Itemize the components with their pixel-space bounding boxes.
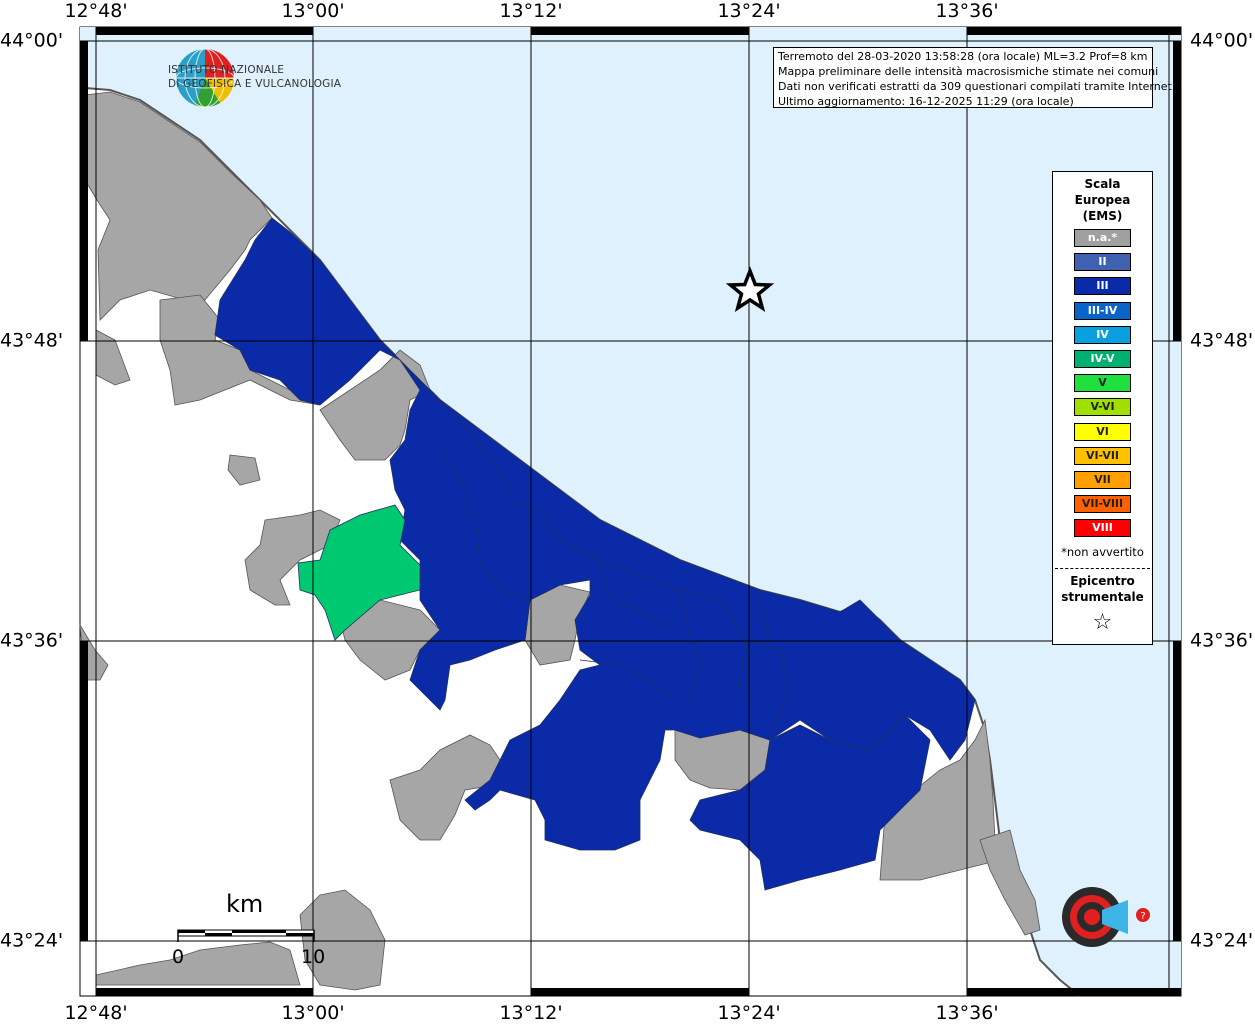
event-info-box: Terremoto del 28-03-2020 13:58:28 (ora l… — [773, 47, 1176, 108]
lat-label-right: 43°24' — [1190, 929, 1254, 952]
intensity-legend: Scala Europea (EMS) n.a.* II III III-IV IV IV… — [1052, 171, 1153, 645]
legend-item: V — [1074, 374, 1131, 393]
legend-item: VIII — [1074, 519, 1131, 538]
institute-line: DI GEOFISICA E VULCANOLOGIA — [168, 78, 342, 90]
svg-text:?: ? — [1140, 911, 1145, 922]
legend-divider — [1055, 568, 1150, 569]
legend-star-icon: ☆ — [1092, 610, 1113, 635]
event-info-line: Ultimo aggiornamento: 16-12-2025 11:29 (… — [778, 95, 1074, 108]
lat-label-left: 43°24' — [0, 929, 64, 952]
lon-label-top: 13°36' — [935, 0, 999, 22]
lat-label-right: 43°48' — [1190, 329, 1254, 352]
haisentito-logo-icon: ? — [1062, 887, 1150, 947]
lon-label-bottom: 13°24' — [717, 1002, 781, 1024]
lon-label-top: 13°24' — [717, 0, 781, 22]
lon-label-top: 12°48' — [64, 0, 128, 22]
lon-label-bottom: 12°48' — [64, 1002, 128, 1024]
legend-item: IV-V — [1074, 350, 1131, 368]
legend-item: VI-VII — [1074, 446, 1131, 465]
legend-item: III-IV — [1074, 301, 1131, 320]
event-info-line: Terremoto del 28-03-2020 13:58:28 (ora l… — [778, 50, 1148, 63]
legend-item: VII — [1074, 471, 1131, 489]
legend-item: V-VI — [1074, 398, 1131, 417]
scale-unit: km — [226, 890, 264, 918]
legend-item: VII-VIII — [1074, 495, 1131, 514]
lat-label-right: 44°00' — [1190, 29, 1254, 52]
map-frame — [79, 26, 1182, 997]
lat-label-left: 43°36' — [0, 629, 64, 652]
lon-label-bottom: 13°12' — [499, 1002, 563, 1024]
lon-label-bottom: 13°00' — [281, 1002, 345, 1024]
lon-label-bottom: 13°36' — [935, 1002, 999, 1024]
legend-item: III — [1074, 277, 1131, 296]
legend-note: *non avvertito — [1061, 545, 1144, 559]
event-info-line: Mappa preliminare delle intensità macros… — [778, 65, 1159, 78]
scale-start: 0 — [172, 946, 185, 968]
scale-end: 10 — [301, 946, 326, 968]
legend-item: VI — [1074, 422, 1131, 441]
legend-epicenter-label: Epicentro strumentale — [1061, 574, 1144, 604]
lat-label-left: 44°00' — [0, 29, 64, 52]
lon-label-top: 13°12' — [499, 0, 563, 22]
lon-label-top: 13°00' — [281, 0, 345, 22]
event-info-line: Dati non verificati estratti da 309 ques… — [778, 80, 1176, 93]
institute-line: ISTITUTO NAZIONALE — [168, 64, 285, 76]
legend-title: Scala Europea (EMS) — [1074, 177, 1131, 223]
legend-item: II — [1074, 253, 1131, 272]
lat-label-left: 43°48' — [0, 329, 64, 352]
lat-label-right: 43°36' — [1190, 629, 1254, 652]
legend-item: IV — [1074, 325, 1131, 344]
legend-item: n.a.* — [1074, 229, 1131, 247]
institute-name: ISTITUTO NAZIONALE DI GEOFISICA E VULCAN… — [168, 63, 341, 91]
